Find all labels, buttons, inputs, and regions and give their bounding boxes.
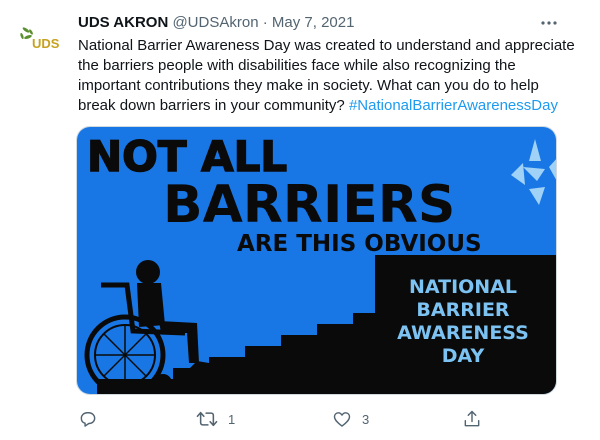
tweet-media-image[interactable]: NOT ALL BARRIERS ARE THIS OBVIOUS NATION… xyxy=(76,126,557,395)
headline-line-2: BARRIERS xyxy=(163,175,455,235)
heart-icon xyxy=(333,412,351,427)
share-icon xyxy=(464,410,480,427)
retweet-icon xyxy=(196,411,218,427)
tweet-date[interactable]: May 7, 2021 xyxy=(272,14,355,31)
like-button[interactable]: 3 xyxy=(332,405,369,433)
tweet-header: UDS AKRON @UDSAkron · May 7, 2021 xyxy=(78,13,354,33)
author-name[interactable]: UDS AKRON xyxy=(78,14,168,31)
retweet-count: 1 xyxy=(228,411,236,427)
caption-line-3: AWARENESS xyxy=(397,322,529,344)
tweet-text: National Barrier Awareness Day was creat… xyxy=(78,36,578,116)
share-button[interactable] xyxy=(462,405,482,433)
caption-line-2: BARRIER xyxy=(416,299,509,321)
headline-line-3: ARE THIS OBVIOUS xyxy=(237,231,482,257)
caption-line-4: DAY xyxy=(442,345,485,367)
like-count: 3 xyxy=(362,411,370,427)
reply-button[interactable] xyxy=(78,405,98,433)
header-separator: · xyxy=(262,14,268,31)
caption-line-1: NATIONAL xyxy=(409,276,517,298)
uds-logo: UDS xyxy=(20,27,60,51)
avatar[interactable]: UDS xyxy=(18,20,66,68)
tweet-actions: 1 3 xyxy=(78,405,498,433)
avatar-text: UDS xyxy=(32,36,60,51)
more-icon xyxy=(541,21,557,25)
hashtag-link[interactable]: #NationalBarrierAwarenessDay xyxy=(349,97,558,114)
headline-line-1: NOT ALL xyxy=(87,132,287,181)
barrier-awareness-graphic: NOT ALL BARRIERS ARE THIS OBVIOUS NATION… xyxy=(77,127,556,394)
retweet-button[interactable]: 1 xyxy=(196,405,235,433)
reply-icon xyxy=(80,412,96,427)
more-options-button[interactable] xyxy=(538,12,560,34)
tweet: UDS UDS AKRON @UDSAkron · May 7, 2021 Na… xyxy=(0,0,600,440)
author-handle[interactable]: @UDSAkron xyxy=(172,14,258,31)
